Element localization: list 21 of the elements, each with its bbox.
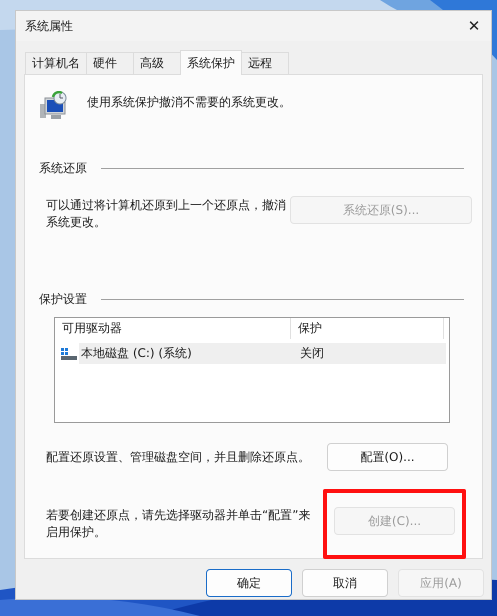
window-title: 系统属性	[25, 18, 73, 34]
description-text: 使用系统保护撤消不需要的系统更改。	[87, 94, 291, 111]
close-button[interactable]: ✕	[457, 12, 491, 40]
table-cell-text: 关闭	[299, 345, 324, 362]
tab[interactable]: 系统保护	[180, 50, 242, 75]
description-text: 可以通过将计算机还原到上一个还原点，撤消系统更改。	[46, 197, 286, 231]
column-header[interactable]: 可用驱动器	[55, 318, 291, 339]
column-header[interactable]: 保护	[291, 318, 444, 339]
dialog-button[interactable]: 取消	[302, 569, 388, 597]
description-text: 配置还原设置、管理磁盘空间，并且删除还原点。	[46, 448, 311, 466]
description-text: 若要创建还原点，请先选择驱动器并单击“配置”来启用保护。	[46, 507, 311, 541]
group-title: 保护设置	[39, 291, 87, 308]
group-title: 系统还原	[39, 160, 87, 177]
tab[interactable]: 计算机名	[25, 52, 87, 74]
computer-restore-icon	[39, 91, 69, 121]
drive-row[interactable]: 本地磁盘 (C:) (系统) 关闭	[79, 343, 446, 364]
table-cell-text: 本地磁盘 (C:) (系统)	[80, 345, 193, 362]
drive-icon	[61, 348, 77, 360]
configure-button[interactable]: 配置(O)...	[327, 443, 448, 471]
tab[interactable]: 远程	[241, 52, 289, 74]
dialog-button[interactable]: 确定	[206, 569, 292, 597]
